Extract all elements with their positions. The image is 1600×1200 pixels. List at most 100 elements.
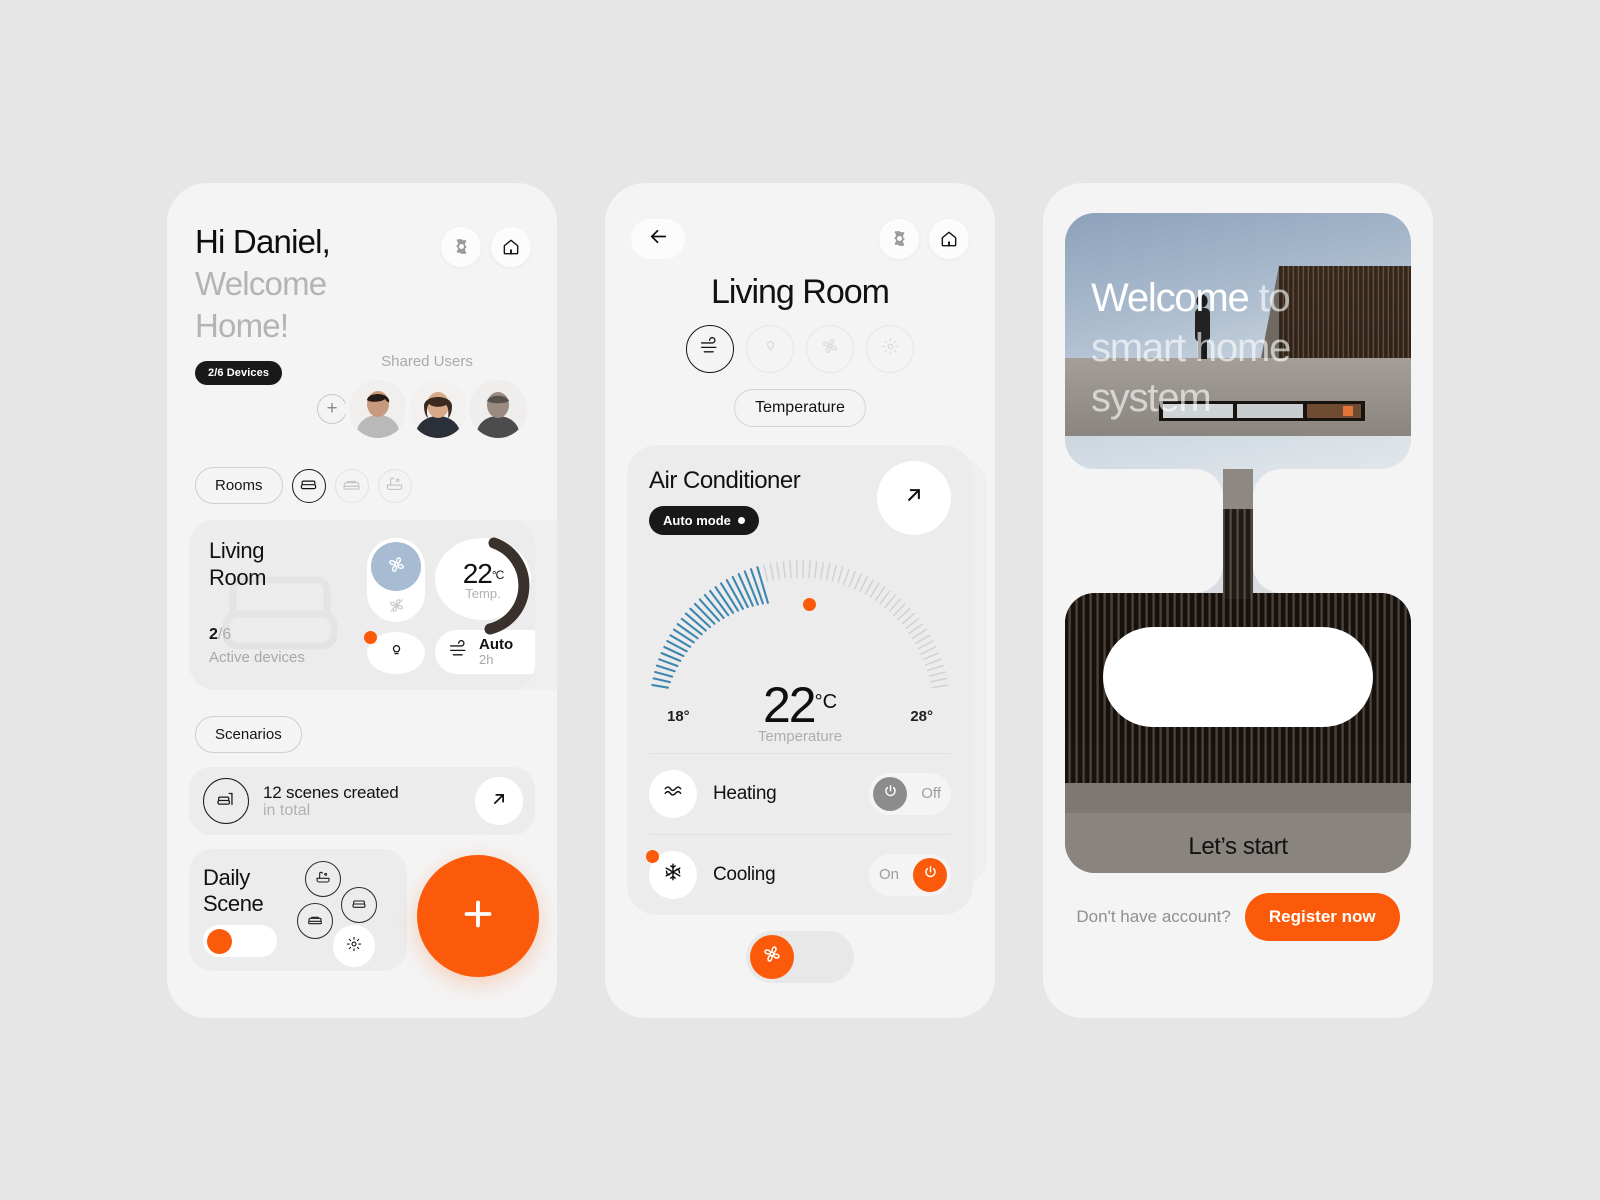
scenes-open-button[interactable]	[475, 777, 523, 826]
no-account-label: Don't have account?	[1076, 906, 1231, 926]
rooms-chip[interactable]: Rooms	[195, 467, 283, 505]
gauge-unit: °C	[814, 690, 838, 713]
home-button[interactable]	[491, 226, 531, 267]
metric-chip-row: Temperature	[605, 388, 995, 427]
cooling-icon-wrap	[646, 849, 697, 899]
rooms-carousel[interactable]: Living Room 2/6 Active devices 22°C Temp…	[167, 520, 557, 698]
cooling-power-control[interactable]: On	[868, 853, 951, 896]
temperature-chip[interactable]: Temperature	[734, 388, 866, 427]
bed-icon	[307, 911, 323, 932]
add-device-fab[interactable]	[417, 855, 539, 978]
brightness-icon	[345, 935, 363, 958]
mode-light[interactable]	[746, 324, 794, 373]
sofa-icon	[351, 895, 367, 916]
room-filter-row: Rooms	[167, 467, 557, 505]
room-title: Living Room	[711, 272, 890, 311]
active-count-value: 2	[209, 626, 218, 644]
gauge-thumb[interactable]	[803, 597, 816, 611]
air-conditioner-card: Air Conditioner Auto mode 18° 28° 22°C T…	[627, 444, 973, 915]
scenarios-chip[interactable]: Scenarios	[195, 716, 302, 754]
scenes-summary-subtitle: in total	[263, 801, 311, 819]
air-icon	[699, 336, 722, 361]
active-devices-count: 2/6	[209, 626, 231, 644]
scene-chip-bedroom[interactable]	[297, 903, 333, 940]
gauge-number: 22	[762, 676, 817, 733]
fan-icon	[760, 942, 784, 971]
fan-on-state[interactable]	[371, 542, 421, 591]
heating-label: Heating	[713, 782, 777, 804]
gear-icon	[890, 229, 909, 248]
active-devices-label: Active devices	[209, 649, 305, 667]
active-indicator-dot	[646, 849, 659, 863]
room-tab-bathroom[interactable]	[377, 468, 412, 503]
active-indicator-dot	[364, 631, 377, 645]
scene-chip-brightness[interactable]	[333, 925, 375, 968]
daily-scene-section: Daily Scene	[189, 849, 539, 978]
heating-state: Off	[921, 785, 941, 802]
back-button[interactable]	[631, 218, 685, 259]
shared-users: Shared Users +	[317, 353, 557, 438]
avatar[interactable]	[469, 379, 527, 438]
home-button[interactable]	[929, 218, 969, 259]
bulb-icon	[760, 336, 781, 362]
house-icon	[501, 237, 521, 257]
room-mode-row	[605, 324, 995, 373]
gauge-caption: Temperature	[757, 727, 843, 745]
arrow-up-right-icon	[488, 788, 510, 815]
add-user-button[interactable]: +	[317, 393, 347, 424]
mode-fan[interactable]	[806, 324, 854, 373]
welcome-footer: Don't have account? Register now	[1065, 892, 1411, 941]
daily-scene-card[interactable]: Daily Scene	[189, 849, 407, 972]
scenes-summary-text: 12 scenes created in total	[263, 783, 461, 820]
temperature-gauge[interactable]: 18° 28° 22°C Temperature	[649, 543, 951, 753]
bottom-fan-toggle-wrap	[605, 930, 995, 983]
fan-off-state[interactable]	[386, 593, 407, 622]
shared-users-label: Shared Users	[381, 352, 473, 370]
heating-icon-wrap	[649, 769, 697, 818]
device-card-wrap: Air Conditioner Auto mode 18° 28° 22°C T…	[627, 444, 987, 915]
settings-button[interactable]	[441, 226, 481, 267]
active-count-total: /6	[217, 626, 232, 644]
avatar[interactable]	[349, 379, 407, 438]
register-button[interactable]: Register now	[1244, 892, 1400, 941]
start-button[interactable]: Let’s start	[1065, 833, 1411, 861]
daily-title-line-1: Daily	[203, 865, 250, 891]
power-button-off[interactable]	[873, 776, 908, 811]
fan-speed-toggle[interactable]	[746, 930, 854, 983]
mode-air[interactable]	[686, 324, 734, 373]
device-row-cooling[interactable]: Cooling On	[646, 833, 951, 915]
fan-mode-text: Auto 2h	[479, 636, 513, 668]
room-detail-actions	[879, 218, 969, 259]
temperature-dial[interactable]: 22°C Temp.	[435, 537, 531, 635]
room-tab-bedroom[interactable]	[334, 468, 369, 503]
brightness-icon	[880, 336, 901, 362]
power-button-on[interactable]	[913, 857, 947, 892]
scene-chip-bathroom[interactable]	[305, 861, 341, 898]
room-name-line-1: Living	[209, 538, 265, 564]
phone-welcome-screen: Welcome to smart home system Let’s start…	[1043, 182, 1433, 1018]
phone-home-screen: Hi Daniel, Welcome Home! 2/6 Devices Sha…	[167, 182, 557, 1018]
avatar[interactable]	[409, 379, 467, 438]
fan-toggle[interactable]	[367, 538, 425, 623]
air-flow-icon	[448, 640, 471, 664]
settings-button[interactable]	[879, 218, 919, 259]
room-card-living-room[interactable]: Living Room 2/6 Active devices 22°C Temp…	[189, 520, 535, 691]
scene-sofa-icon	[215, 788, 237, 815]
room-tab-sofa[interactable]	[291, 468, 326, 503]
arrow-up-right-icon	[901, 482, 927, 513]
scene-icon-ring	[203, 778, 249, 825]
heating-power-control[interactable]: Off	[869, 772, 951, 815]
scene-chip-livingroom[interactable]	[341, 887, 377, 924]
scenes-summary-title: 12 scenes created	[263, 782, 399, 802]
gear-icon	[452, 237, 471, 256]
device-row-heating[interactable]: Heating Off	[649, 752, 951, 834]
daily-scene-toggle[interactable]	[203, 925, 277, 958]
bulb-icon	[386, 640, 407, 666]
mode-brightness[interactable]	[866, 324, 914, 373]
toggle-knob	[207, 928, 232, 954]
power-icon	[882, 783, 899, 805]
scenes-summary-card[interactable]: 12 scenes created in total	[189, 767, 535, 836]
device-open-button[interactable]	[877, 460, 951, 535]
device-mode-label: Auto mode	[663, 512, 731, 528]
light-toggle[interactable]	[364, 631, 425, 675]
